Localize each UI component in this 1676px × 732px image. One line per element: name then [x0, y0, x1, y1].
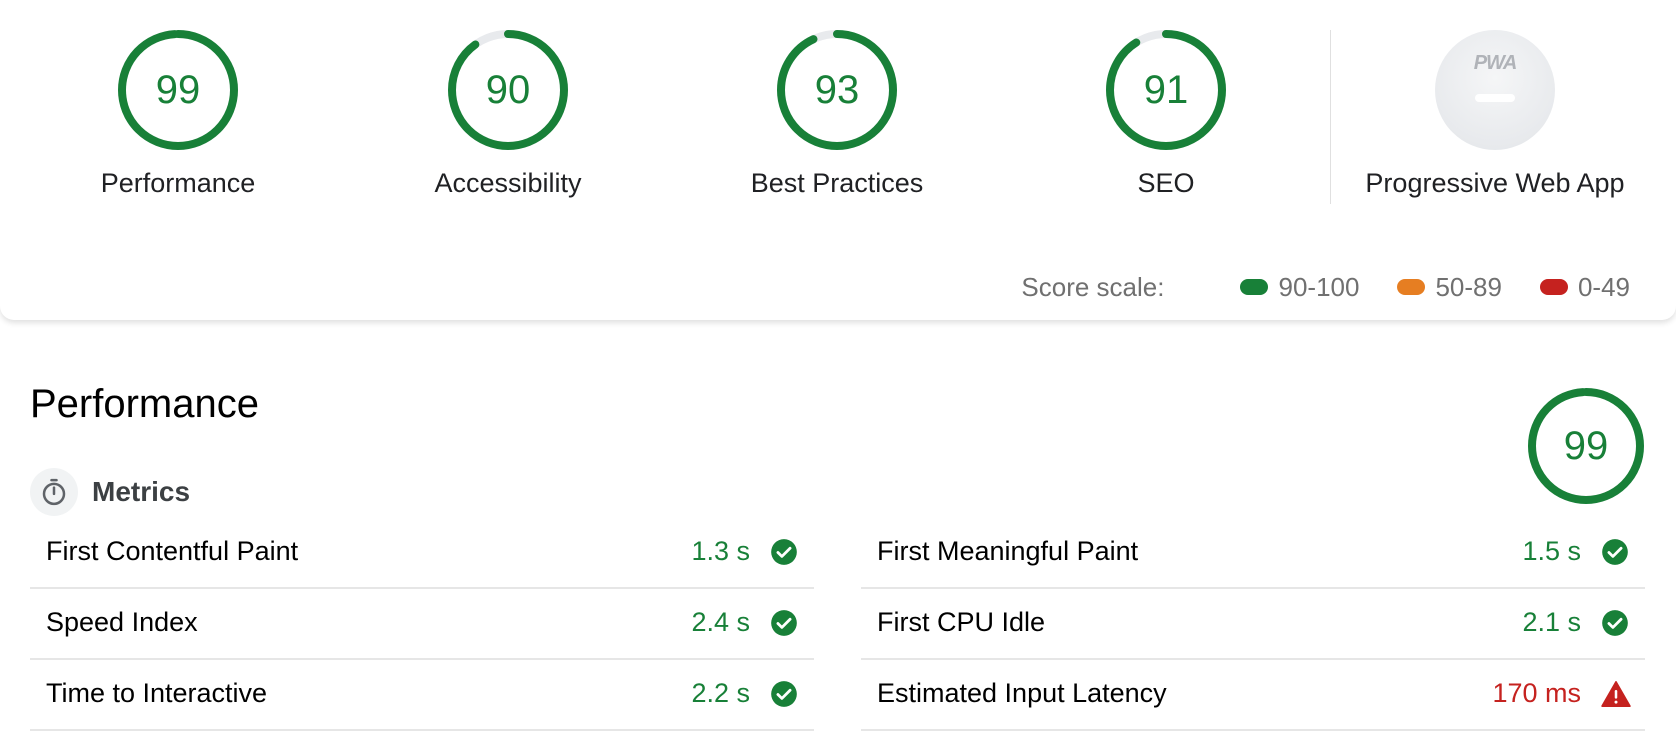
- gauge-label: SEO: [1137, 168, 1195, 198]
- scale-average-pill-icon: [1397, 279, 1426, 295]
- warning-triangle-icon: [1601, 680, 1631, 708]
- metric-label: First Contentful Paint: [46, 536, 299, 566]
- gauge-score: 99: [155, 68, 201, 112]
- metric-label: Speed Index: [46, 607, 198, 637]
- gauge-score: 99: [1563, 424, 1609, 468]
- performance-section-gauge[interactable]: 99: [1528, 388, 1644, 504]
- gauge-label: Performance: [100, 168, 256, 198]
- gauge-label: Accessibility: [434, 168, 582, 198]
- metric-value: 1.5 s: [1522, 536, 1581, 566]
- metrics-column-right: First Meaningful Paint 1.5 s First CPU I…: [861, 518, 1645, 731]
- pwa-badge-text: PWA: [1473, 52, 1518, 74]
- metric-row[interactable]: First CPU Idle 2.1 s: [861, 589, 1645, 660]
- gauge-divider: [1330, 30, 1331, 204]
- metric-row[interactable]: Time to Interactive 2.2 s: [30, 660, 814, 731]
- metric-row[interactable]: First Meaningful Paint 1.5 s: [861, 518, 1645, 589]
- pwa-badge-icon: PWA: [1435, 30, 1555, 150]
- scale-item-label: 0-49: [1577, 271, 1630, 302]
- gauge-score: 90: [485, 68, 531, 112]
- section-title: Performance: [30, 382, 259, 426]
- score-scale-legend: Score scale: 90-100 50-89 0-49: [1021, 270, 1630, 304]
- stopwatch-icon: [30, 468, 78, 516]
- check-circle-icon: [1601, 609, 1629, 637]
- metrics-column-left: First Contentful Paint 1.3 s Speed Index…: [30, 518, 814, 731]
- gauge-label: Best Practices: [750, 168, 924, 198]
- scale-item-pass: 90-100: [1240, 272, 1359, 303]
- check-circle-icon: [770, 538, 798, 566]
- metric-value: 2.1 s: [1522, 607, 1581, 637]
- scale-fail-pill-icon: [1539, 279, 1568, 295]
- metric-row[interactable]: Estimated Input Latency 170 ms: [861, 660, 1645, 731]
- scale-item-fail: 0-49: [1539, 271, 1630, 303]
- metric-value: 2.2 s: [691, 678, 750, 708]
- gauge-label: Progressive Web App: [1365, 168, 1625, 198]
- metric-row[interactable]: Speed Index 2.4 s: [30, 589, 814, 660]
- scale-pass-pill-icon: [1240, 279, 1269, 295]
- metric-value: 2.4 s: [691, 607, 750, 637]
- metric-row[interactable]: First Contentful Paint 1.3 s: [30, 518, 814, 589]
- check-circle-icon: [1601, 538, 1629, 566]
- scores-summary-card: 99 Performance 90 Accessibility 93 Best …: [0, 0, 1676, 320]
- gauge-score: 91: [1143, 68, 1189, 112]
- scale-item-label: 90-100: [1278, 271, 1360, 302]
- metric-value: 1.3 s: [691, 536, 750, 566]
- metrics-header: Metrics: [30, 468, 190, 516]
- metric-label: First CPU Idle: [877, 607, 1046, 637]
- check-circle-icon: [770, 680, 798, 708]
- scale-item-average: 50-89: [1397, 272, 1502, 303]
- pwa-badge-dash: [1475, 94, 1515, 102]
- gauge-score: 93: [814, 68, 860, 112]
- metrics-title: Metrics: [92, 476, 191, 507]
- metric-label: Time to Interactive: [46, 678, 268, 708]
- metric-value: 170 ms: [1492, 678, 1581, 708]
- metric-label: Estimated Input Latency: [877, 678, 1167, 708]
- scale-item-label: 50-89: [1435, 271, 1502, 302]
- check-circle-icon: [770, 609, 798, 637]
- metric-label: First Meaningful Paint: [877, 536, 1139, 566]
- score-scale-title: Score scale:: [1021, 271, 1165, 302]
